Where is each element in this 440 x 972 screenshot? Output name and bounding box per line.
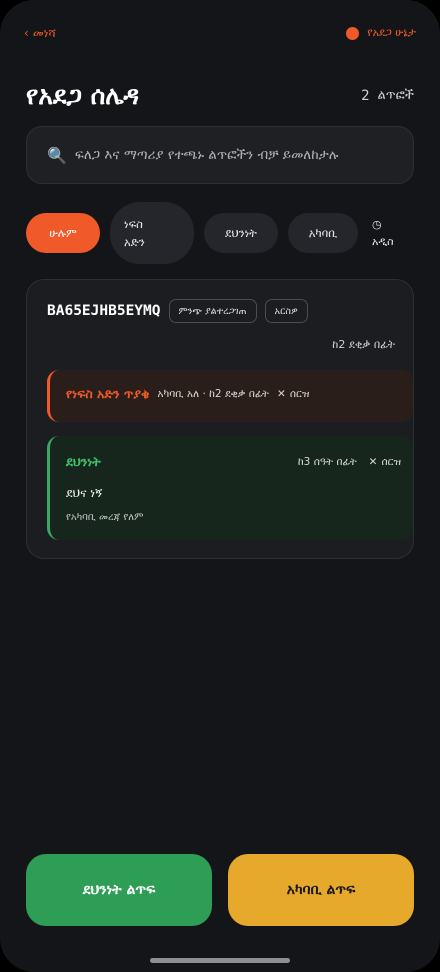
home-indicator[interactable] xyxy=(150,958,290,963)
safety-delete-button[interactable]: ✕ ሰርዝ xyxy=(369,456,401,469)
safety-alert-meta: ከ3 ሰዓት በፊት ✕ ሰርዝ xyxy=(298,456,401,469)
search-input[interactable] xyxy=(74,147,395,163)
post-card-header: BA65EJHB5EYMQ ምንጭ ያልተረጋገጠ አርስዎ xyxy=(47,298,395,324)
post-area-button[interactable]: አካባቢ ልጥፍ xyxy=(228,854,414,926)
safety-message: ደህና ነኝ xyxy=(66,486,103,500)
safety-alert-time: ከ3 ሰዓት በፊት xyxy=(297,455,357,468)
delete-label: ሰርዝ xyxy=(381,455,401,468)
filter-chip-label-line2: አድን xyxy=(124,235,145,249)
safety-alert: ደህንነት ከ3 ሰዓት በፊት ✕ ሰርዝ ደህና ነኝ የአካባቢ መረጃ … xyxy=(47,436,413,540)
post-count-value: 2 xyxy=(361,88,370,104)
search-bar[interactable]: 🔍 xyxy=(26,126,414,184)
post-safety-button[interactable]: ደህንነት ልጥፍ xyxy=(26,854,212,926)
filter-chip-safety[interactable]: ደህንነት xyxy=(204,213,278,253)
rescue-alert-detail: አካባቢ አለ · ከ2 ደቂቃ በፊት xyxy=(157,387,270,400)
filter-chip-label-line1: ነፍስ xyxy=(124,216,143,231)
status-label: የአደጋ ሁኔታ xyxy=(367,26,416,39)
post-count-unit: ልጥፎች xyxy=(377,88,414,103)
rescue-alert: የነፍስ አድን ጥያቄ አካባቢ አለ · ከ2 ደቂቃ በፊት ✕ ሰርዝ xyxy=(47,370,413,422)
rescue-alert-row: የነፍስ አድን ጥያቄ አካባቢ አለ · ከ2 ደቂቃ በፊት ✕ ሰርዝ xyxy=(66,386,401,402)
close-icon: ✕ xyxy=(277,388,286,400)
clock-icon: ◷ xyxy=(372,217,382,231)
filter-chip-all[interactable]: ሁሉም xyxy=(26,213,100,253)
filter-chip-label: ሁሉም xyxy=(49,225,77,240)
post-time-value: ከ2 xyxy=(332,338,346,351)
chevron-left-icon: ‹ xyxy=(24,26,29,40)
filter-chip-rescue[interactable]: ነፍስ አድን xyxy=(110,202,194,264)
app-screen: ‹ መነሻ የአደጋ ሁኔታ የአደጋ ሰሌዳ 2 ልጥፎች 🔍 ሁሉም ነፍስ… xyxy=(0,0,440,972)
rescue-alert-label: የነፍስ አድን ጥያቄ xyxy=(66,386,150,401)
post-code: BA65EJHB5EYMQ xyxy=(47,303,161,319)
top-bar: ‹ መነሻ የአደጋ ሁኔታ xyxy=(24,24,416,42)
search-icon: 🔍 xyxy=(47,145,67,165)
back-label: መነሻ xyxy=(32,25,56,40)
safety-alert-label: ደህንነት xyxy=(66,454,101,469)
sort-label: አዲስ xyxy=(372,234,394,248)
unverified-badge: ምንጭ ያልተረጋገጠ xyxy=(168,299,257,323)
title-row: የአደጋ ሰሌዳ 2 ልጥፎች xyxy=(26,76,414,116)
post-count: 2 ልጥፎች xyxy=(361,88,414,104)
rescue-delete-button[interactable]: ✕ ሰርዝ xyxy=(277,388,309,401)
status-dot-icon xyxy=(346,26,360,40)
filter-chip-label: ደህንነት xyxy=(225,225,257,240)
close-icon: ✕ xyxy=(368,456,378,468)
safety-alert-row: ደህንነት ከ3 ሰዓት በፊት ✕ ሰርዝ xyxy=(66,454,401,470)
safety-location: የአካባቢ መረጃ የለም xyxy=(66,512,144,523)
archive-button[interactable]: አርስዎ xyxy=(264,299,308,323)
filter-row: ሁሉም ነፍስ አድን ደህንነት አካባቢ ◷ አዲስ xyxy=(26,202,420,264)
page-title: የአደጋ ሰሌዳ xyxy=(26,81,140,110)
back-button[interactable]: ‹ መነሻ xyxy=(24,26,56,41)
delete-label: ሰርዝ xyxy=(289,387,310,400)
sort-newest-button[interactable]: ◷ አዲስ xyxy=(372,218,394,249)
filter-chip-label: አካባቢ xyxy=(308,225,338,240)
post-time-rest: ደቂቃ በፊት xyxy=(348,338,395,351)
post-card: BA65EJHB5EYMQ ምንጭ ያልተረጋገጠ አርስዎ ከ2 ደቂቃ በፊ… xyxy=(26,279,414,559)
alert-status[interactable]: የአደጋ ሁኔታ xyxy=(346,26,416,40)
post-time: ከ2 ደቂቃ በፊት xyxy=(332,338,395,352)
filter-chip-area[interactable]: አካባቢ xyxy=(288,213,358,253)
